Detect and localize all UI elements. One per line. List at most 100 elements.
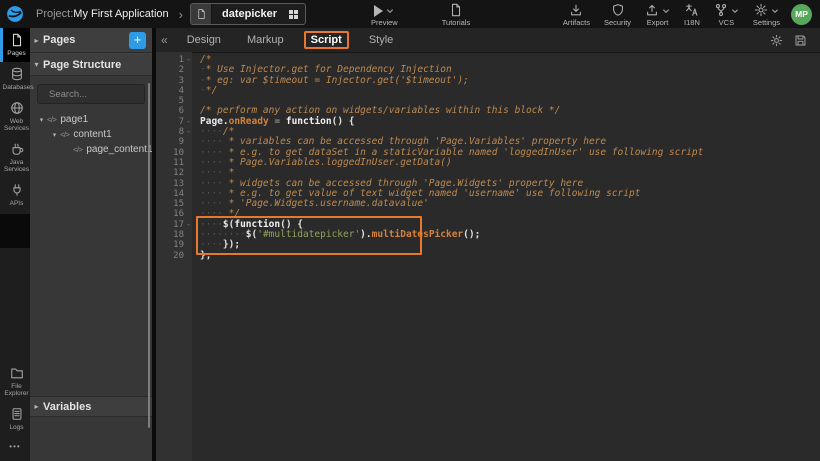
editor-area: « DesignMarkupScriptStyle 1-234567-8-910… — [156, 28, 820, 461]
gear-icon — [770, 34, 783, 47]
line-number: 3 — [156, 76, 192, 86]
line-number: 13 — [156, 179, 192, 189]
rail-item-label: Java Services — [3, 159, 30, 173]
topbar-action-tutorials[interactable]: Tutorials — [435, 2, 477, 27]
fold-marker-empty — [185, 209, 192, 219]
line-number: 16 — [156, 209, 192, 219]
rail-item-java-services[interactable]: Java Services — [0, 137, 30, 178]
fold-marker-icon[interactable]: - — [185, 127, 192, 137]
panel-scrollbar[interactable] — [148, 83, 150, 428]
search-wrap — [30, 76, 152, 110]
collapse-panel-icon[interactable]: « — [156, 33, 174, 47]
project-label: Project: — [36, 8, 73, 20]
topbar-action-vcs[interactable]: VCS — [707, 2, 746, 27]
line-number: 4 — [156, 86, 192, 96]
fold-marker-icon[interactable]: - — [185, 55, 192, 65]
more-options-icon[interactable]: ••• — [0, 436, 30, 457]
pages-section-header[interactable]: ▸ Pages + — [30, 28, 152, 53]
code-editor[interactable]: 1-234567-8-91011121314151617-181920 /*·*… — [156, 52, 820, 461]
grid-icon[interactable] — [289, 10, 298, 19]
code-line-19[interactable]: ····}); — [200, 240, 820, 250]
line-number: 2 — [156, 65, 192, 75]
variables-arrow-icon[interactable]: ▸ — [30, 402, 43, 411]
open-page-tab[interactable]: datepicker — [190, 3, 306, 25]
code-lines[interactable]: /*·* Use Injector.get for Dependency Inj… — [192, 52, 820, 461]
user-avatar[interactable]: MP — [791, 4, 812, 25]
tree-node-page_content1[interactable]: </>page_content1 — [30, 142, 152, 157]
topbar-action-label: Security — [604, 19, 631, 27]
rail-item-web-services[interactable]: Web Services — [0, 96, 30, 137]
rail-item-file-explorer[interactable]: File Explorer — [0, 361, 30, 402]
fold-marker-icon[interactable]: - — [185, 220, 192, 230]
open-page-tab-label: datepicker — [212, 8, 289, 20]
tree-expand-arrow-icon[interactable]: ▾ — [49, 131, 60, 139]
topbar-action-label: Preview — [371, 19, 398, 27]
code-line-18[interactable]: ········$('#multidatepicker').multiDates… — [200, 230, 820, 240]
add-page-button[interactable]: + — [129, 32, 146, 49]
code-line-11[interactable]: ···· * Page.Variables.loggedInUser.getDa… — [200, 158, 820, 168]
page-structure-header[interactable]: ▾ Page Structure — [30, 53, 152, 76]
rail-item-apis[interactable]: APIs — [0, 178, 30, 212]
topbar-action-preview[interactable]: Preview — [364, 2, 405, 27]
line-number-gutter: 1-234567-8-91011121314151617-181920 — [156, 52, 192, 461]
topbar-action-export[interactable]: Export — [638, 2, 677, 27]
rail-item-databases[interactable]: Databases — [0, 62, 30, 96]
tree-node-content1[interactable]: ▾</>content1 — [30, 127, 152, 142]
script-settings-button[interactable] — [770, 34, 783, 47]
code-line-7[interactable]: Page.onReady = function() { — [200, 117, 820, 127]
fold-marker-empty — [185, 106, 192, 116]
page-structure-title: Page Structure — [43, 59, 121, 71]
coffee-icon — [10, 142, 24, 156]
line-number: 18 — [156, 230, 192, 240]
app-window: Project:My First Application › datepicke… — [0, 0, 820, 461]
topbar-action-security[interactable]: Security — [597, 2, 638, 27]
rail-item-pages[interactable]: Pages — [0, 28, 30, 62]
tab-style[interactable]: Style — [367, 31, 395, 49]
rail-item-logs[interactable]: Logs — [0, 402, 30, 436]
tree-node-page1[interactable]: ▾</>page1 — [30, 112, 152, 127]
code-line-4[interactable]: ·*/ — [200, 86, 820, 96]
line-number: 15 — [156, 199, 192, 209]
project-breadcrumb: Project:My First Application — [36, 8, 169, 20]
fold-marker-empty — [185, 240, 192, 250]
tab-markup[interactable]: Markup — [245, 31, 286, 49]
play-icon — [374, 5, 383, 17]
rail-item-label: Pages — [7, 50, 25, 57]
tree-expand-arrow-icon[interactable]: ▾ — [36, 116, 47, 124]
editor-tabbar: « Design Markup Script Style — [156, 28, 820, 53]
topbar-action-i18n[interactable]: I18N — [677, 2, 707, 27]
code-line-3[interactable]: ·* eg: var $timeout = Injector.get('$tim… — [200, 76, 820, 86]
code-line-20[interactable]: }; — [200, 251, 820, 261]
line-number: 5 — [156, 96, 192, 106]
fold-marker-empty — [185, 230, 192, 240]
rail-item-label: Web Services — [3, 118, 30, 132]
tab-script[interactable]: Script — [304, 31, 349, 49]
gear-icon — [754, 3, 768, 17]
caret-down-icon — [771, 8, 779, 16]
caret-down-icon — [386, 8, 394, 14]
save-icon — [794, 34, 807, 47]
rail-item-label: Databases — [3, 84, 31, 91]
line-number: 10 — [156, 148, 192, 158]
tab-design[interactable]: Design — [185, 31, 223, 49]
line-number: 14 — [156, 189, 192, 199]
pages-collapse-arrow-icon[interactable]: ▸ — [30, 36, 43, 45]
code-line-15[interactable]: ···· * 'Page.Widgets.username.datavalue' — [200, 199, 820, 209]
variables-section-header[interactable]: ▸ Variables — [30, 396, 152, 417]
page-structure-arrow-icon[interactable]: ▾ — [30, 60, 43, 69]
line-number: 6 — [156, 106, 192, 116]
save-button[interactable] — [794, 34, 807, 47]
variables-section-title: Variables — [43, 401, 91, 413]
caret-down-icon — [662, 8, 670, 14]
caret-down-icon — [662, 8, 670, 16]
search-box[interactable] — [37, 84, 145, 104]
line-number: 12 — [156, 168, 192, 178]
topbar-action-label: VCS — [719, 19, 734, 27]
caret-down-icon — [771, 8, 779, 14]
search-input[interactable] — [47, 88, 141, 101]
fold-marker-icon[interactable]: - — [185, 117, 192, 127]
fold-marker-empty — [185, 96, 192, 106]
wavemaker-logo[interactable] — [0, 0, 30, 28]
topbar-action-settings[interactable]: Settings — [746, 2, 787, 27]
topbar-action-artifacts[interactable]: Artifacts — [556, 2, 597, 27]
